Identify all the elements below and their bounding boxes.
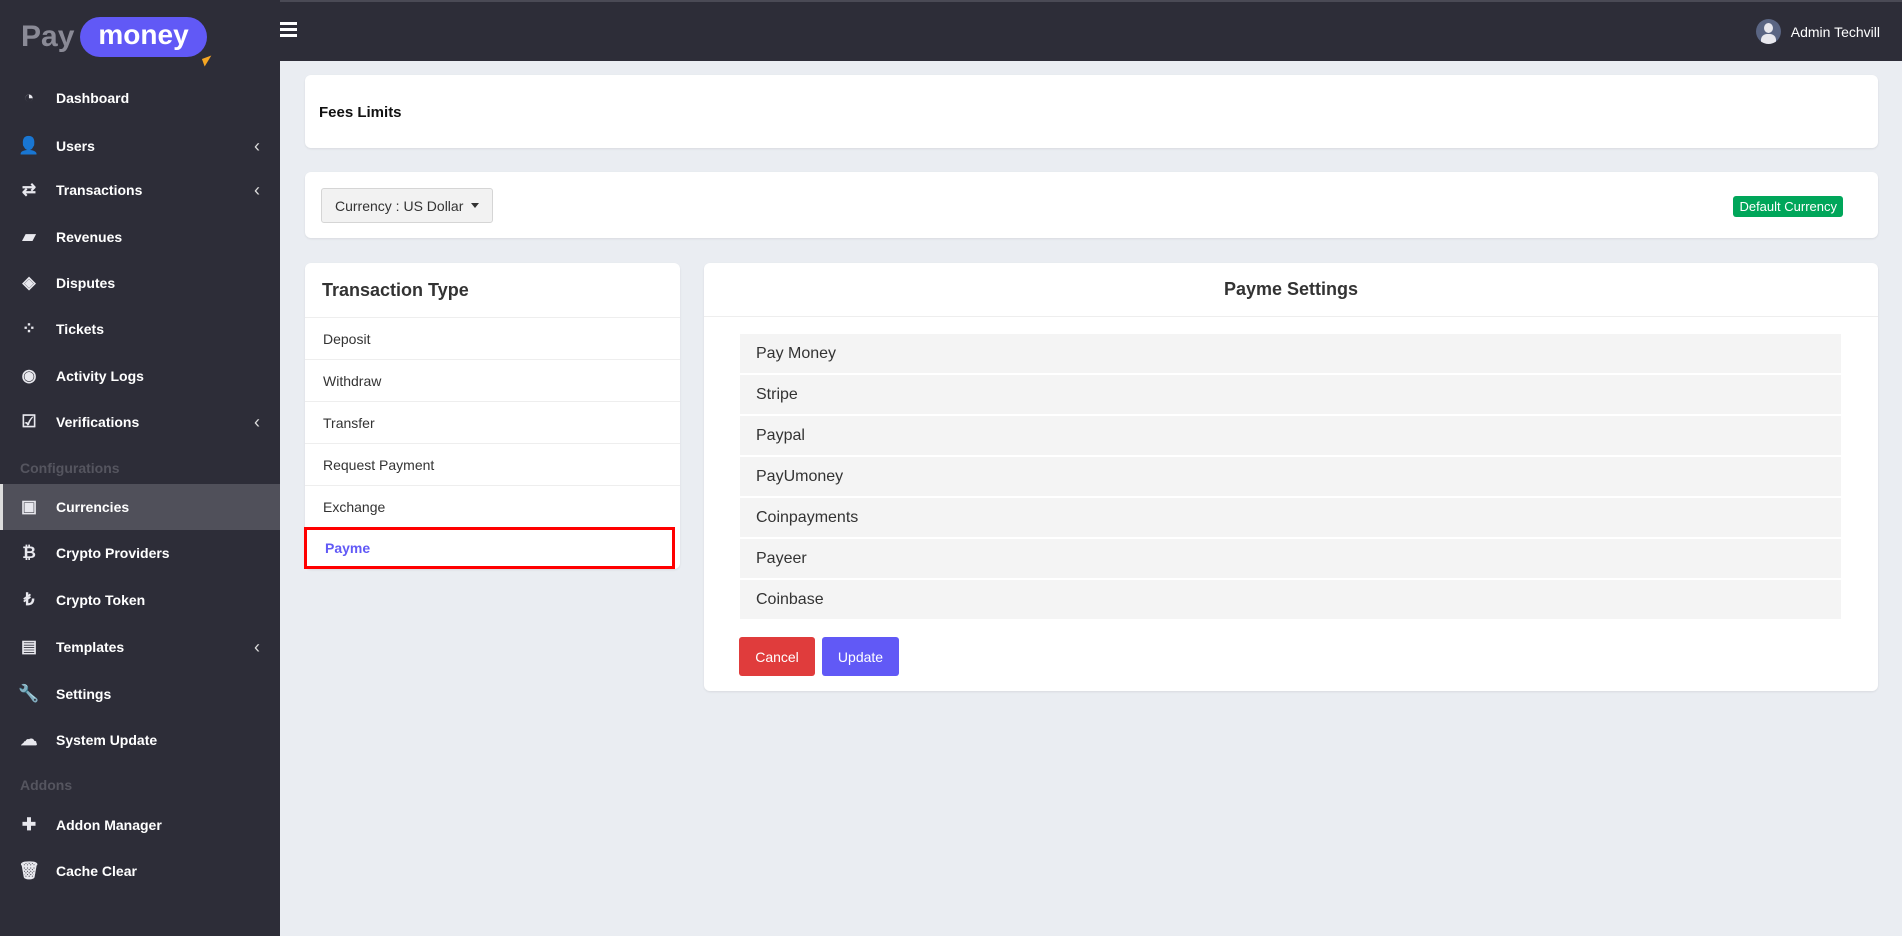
currency-dropdown[interactable]: Currency : US Dollar — [321, 188, 494, 223]
update-button[interactable]: Update — [822, 637, 899, 676]
payme-settings-card: Payme Settings Pay Money Stripe Paypal PayU… — [704, 263, 1878, 691]
page-title: Fees Limits — [319, 104, 402, 121]
newspaper-icon: ▤ — [20, 637, 38, 656]
chevron-left-icon: ‹ — [254, 636, 260, 657]
user-name: Admin Techvill — [1790, 23, 1880, 40]
sidebar-item-label: Currencies — [56, 499, 130, 515]
sidebar-item-label: Users — [56, 138, 95, 154]
top-bar: Admin Techvill — [0, 0, 1902, 61]
logo-money: money — [80, 17, 214, 67]
spinner-icon: ⁘ — [21, 319, 37, 338]
payment-method-item[interactable]: Coinbase — [740, 580, 1841, 619]
eye-icon: ◉ — [21, 366, 37, 385]
sidebar-item-label: Crypto Providers — [56, 545, 170, 561]
transaction-type-item[interactable]: Request Payment — [305, 443, 680, 485]
sidebar-item-label: Tickets — [56, 321, 104, 337]
sidebar-item-crypto-token[interactable]: ₺ Crypto Token — [0, 577, 280, 623]
sidebar-item-label: Settings — [56, 686, 112, 702]
transaction-type-item[interactable]: Exchange — [305, 485, 680, 527]
section-addons: Addons — [20, 777, 73, 793]
caret-down-icon — [471, 203, 480, 208]
sidebar-item-cache-clear[interactable]: 🗑 Cache Clear — [0, 848, 280, 894]
sidebar-item-label: Revenues — [56, 229, 123, 245]
money-bill-icon: ▣ — [20, 497, 38, 516]
sidebar-item-settings[interactable]: 🔧 Settings — [0, 671, 280, 717]
sidebar-item-label: Dashboard — [56, 90, 130, 106]
cloud-upload-icon: ☁ — [20, 730, 38, 749]
payment-method-item[interactable]: Paypal — [740, 416, 1841, 455]
payment-method-item[interactable]: Coinpayments — [740, 498, 1841, 537]
trash-icon: 🗑 — [18, 861, 40, 880]
user-icon: 👤 — [18, 136, 40, 155]
transaction-type-item[interactable]: Withdraw — [305, 359, 680, 401]
wrench-icon: 🔧 — [18, 684, 40, 703]
user-menu[interactable]: Admin Techvill — [1755, 19, 1880, 44]
chevron-left-icon: ‹ — [254, 179, 260, 200]
puzzle-icon: ✚ — [21, 815, 37, 834]
menu-toggle-icon[interactable] — [279, 22, 297, 38]
section-configurations: Configurations — [20, 460, 120, 476]
sidebar-item-templates[interactable]: ▤ Templates ‹ — [0, 624, 280, 670]
sidebar-item-disputes[interactable]: ◈ Disputes — [0, 260, 280, 306]
sidebar-item-label: Templates — [56, 639, 125, 655]
sidebar-item-dashboard[interactable]: ◔ Dashboard — [0, 75, 280, 121]
sidebar-item-label: Activity Logs — [56, 368, 144, 384]
payment-method-item[interactable]: Payeer — [740, 539, 1841, 578]
payment-method-item[interactable]: Stripe — [740, 375, 1841, 414]
chevron-left-icon: ‹ — [254, 411, 260, 432]
sidebar-item-revenues[interactable]: ▰ Revenues — [0, 214, 280, 260]
sidebar-item-label: Verifications — [56, 414, 140, 430]
currency-card: Currency : US Dollar Default Currency — [305, 172, 1878, 238]
payment-method-item[interactable]: Pay Money — [740, 334, 1841, 373]
sidebar-item-label: Addon Manager — [56, 817, 162, 833]
sidebar-item-tickets[interactable]: ⁘ Tickets — [0, 306, 280, 352]
sidebar-item-label: Disputes — [56, 275, 116, 291]
sidebar-item-users[interactable]: 👤 Users ‹ — [0, 123, 280, 169]
settings-title: Payme Settings — [704, 263, 1878, 317]
transaction-type-item[interactable]: Transfer — [305, 401, 680, 443]
cancel-button[interactable]: Cancel — [739, 637, 815, 676]
sidebar-item-crypto-providers[interactable]: ₿ Crypto Providers — [0, 530, 280, 576]
lira-icon: ₺ — [23, 590, 35, 609]
sidebar-item-addon-manager[interactable]: ✚ Addon Manager — [0, 802, 280, 848]
chevron-left-icon: ‹ — [254, 135, 260, 156]
check-square-icon: ☑ — [21, 412, 37, 431]
default-currency-badge: Default Currency — [1733, 196, 1843, 217]
transaction-type-item[interactable]: Payme — [304, 527, 675, 569]
transaction-type-item[interactable]: Deposit — [305, 317, 680, 359]
sidebar-item-label: Crypto Token — [56, 592, 146, 608]
transactions-icon: ⇄ — [21, 180, 37, 199]
sidebar-item-transactions[interactable]: ⇄ Transactions ‹ — [0, 167, 280, 213]
sidebar-item-system-update[interactable]: ☁ System Update — [0, 717, 280, 763]
sidebar-item-label: System Update — [56, 732, 158, 748]
bitcoin-icon: ₿ — [22, 543, 36, 562]
transaction-type-card: Transaction Type Deposit Withdraw Transfer… — [304, 263, 680, 569]
sidebar-item-currencies[interactable]: ▣ Currencies — [0, 484, 280, 530]
dashboard-icon: ◔ — [23, 88, 35, 107]
transaction-type-title: Transaction Type — [322, 279, 469, 300]
sidebar-item-label: Transactions — [56, 182, 143, 198]
page-header-card: Fees Limits — [305, 75, 1878, 148]
book-icon: ▰ — [22, 227, 36, 246]
payment-method-item[interactable]: PayUmoney — [740, 457, 1841, 496]
sidebar-item-label: Cache Clear — [56, 863, 137, 879]
sidebar-item-verifications[interactable]: ☑ Verifications ‹ — [0, 399, 280, 445]
sidebar-item-activity-logs[interactable]: ◉ Activity Logs — [0, 353, 280, 399]
logo-pay: Pay — [21, 20, 75, 53]
logo[interactable]: Pay money — [21, 16, 214, 67]
ticket-icon: ◈ — [22, 273, 36, 292]
sidebar: Pay money ◔ Dashboard 👤 Users ‹ ⇄ Transactions… — [0, 0, 280, 936]
avatar — [1755, 19, 1781, 44]
